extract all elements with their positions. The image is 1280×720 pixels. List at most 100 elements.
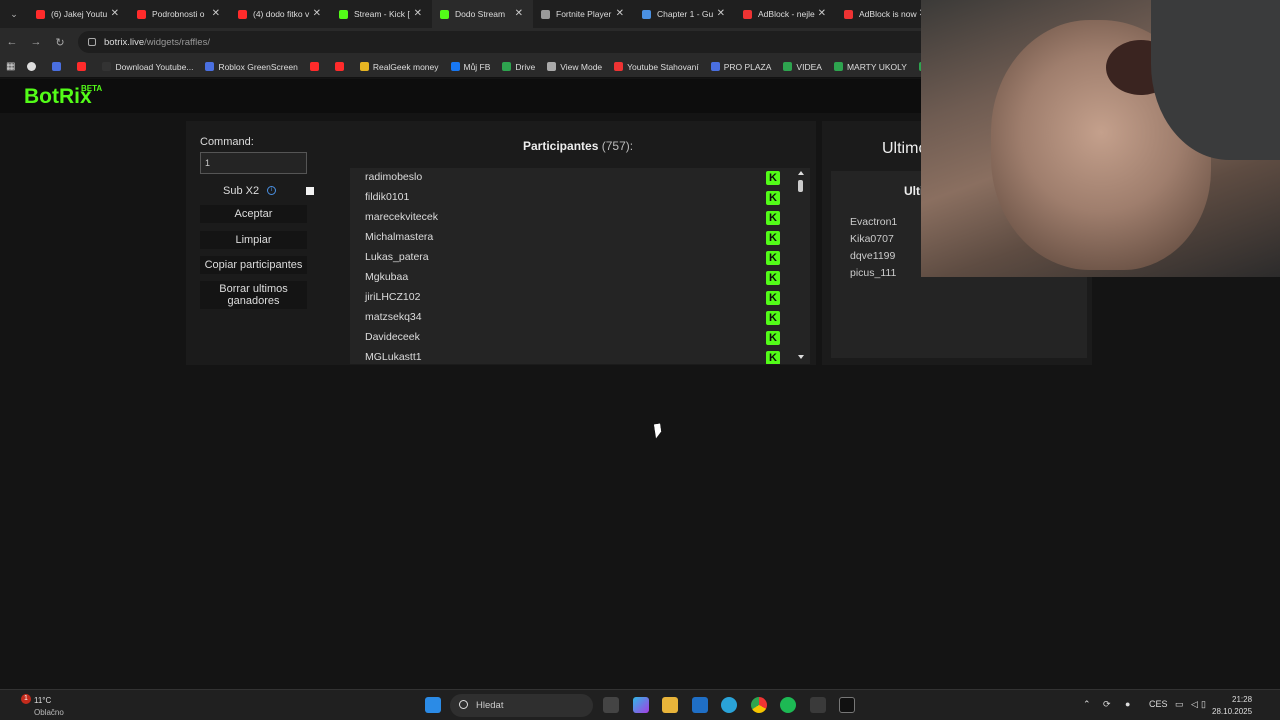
mic-icon[interactable]: ●: [1125, 699, 1130, 709]
accept-button[interactable]: Aceptar: [200, 205, 307, 223]
clear-button[interactable]: Limpiar: [200, 231, 307, 249]
volume-icon[interactable]: ◁: [1191, 699, 1198, 710]
bookmark-icon: [710, 62, 720, 71]
terminal-icon[interactable]: [810, 697, 826, 713]
browser-tab[interactable]: Chapter 1 - Gu ✕: [634, 0, 735, 28]
apps-icon[interactable]: ▦: [6, 61, 15, 72]
participant-name: fildik0101: [365, 191, 410, 203]
browser-tab[interactable]: AdBlock - nejle ✕: [735, 0, 836, 28]
tab-search-icon[interactable]: ⌄: [0, 0, 28, 28]
sub-x2-row: Sub X2 i: [200, 183, 320, 201]
close-tab-icon[interactable]: ✕: [111, 8, 119, 19]
clock-date: 28.10.2025: [1212, 707, 1253, 716]
bookmark-item[interactable]: Drive: [502, 62, 535, 72]
tray-overflow-icon[interactable]: ⌃: [1083, 699, 1091, 710]
reload-icon[interactable]: ↻: [48, 36, 72, 49]
close-tab-icon[interactable]: ✕: [414, 8, 422, 19]
copy-participants-button[interactable]: Copiar participantes: [200, 256, 307, 274]
forward-icon[interactable]: →: [24, 36, 48, 48]
browser-tab[interactable]: Stream - Kick [ ✕: [331, 0, 432, 28]
scroll-down-arrow[interactable]: [798, 355, 804, 359]
participants-title-text: Participantes: [523, 139, 599, 153]
bookmark-item[interactable]: Youtube Stahovaní: [614, 62, 699, 72]
kick-icon: K: [766, 211, 780, 225]
epic-games-icon[interactable]: [839, 697, 855, 713]
bookmark-icon: [77, 62, 87, 71]
participant-name: Michalmastera: [365, 231, 434, 243]
bookmark-item[interactable]: PRO PLAZA: [710, 62, 771, 72]
tab-title: Stream - Kick [: [354, 9, 410, 19]
chrome-icon[interactable]: [27, 62, 40, 71]
participant-row[interactable]: matzsekq34 K: [350, 308, 790, 328]
kick-icon: K: [766, 251, 780, 265]
copilot-icon[interactable]: [633, 697, 649, 713]
bookmark-icon: [102, 62, 112, 71]
delete-winners-button[interactable]: Borrar ultimos ganadores: [200, 281, 307, 309]
task-view-icon[interactable]: [603, 697, 619, 713]
close-tab-icon[interactable]: ✕: [515, 8, 523, 19]
start-windows-icon[interactable]: [425, 697, 441, 713]
browser-tab[interactable]: (4) dodo fitko v ✕: [230, 0, 331, 28]
bookmark-item[interactable]: Můj FB: [450, 62, 490, 72]
sub-x2-checkbox[interactable]: [306, 187, 314, 195]
back-icon[interactable]: ←: [0, 36, 24, 48]
bookmark-item[interactable]: [309, 62, 323, 72]
outlook-icon[interactable]: [692, 697, 708, 713]
network-icon[interactable]: ▭: [1175, 699, 1184, 710]
kick-icon: K: [766, 171, 780, 185]
botrix-logo[interactable]: BotRix BETA: [24, 84, 102, 109]
bookmark-item[interactable]: RealGeek money: [359, 62, 439, 72]
battery-icon[interactable]: ▯: [1201, 699, 1206, 710]
bookmark-item[interactable]: VIDEA: [783, 62, 822, 72]
bookmark-item[interactable]: [334, 62, 348, 72]
participant-row[interactable]: Mgkubaa K: [350, 268, 790, 288]
participants-count: (757):: [601, 139, 634, 153]
file-explorer-icon[interactable]: [662, 697, 678, 713]
browser-tab[interactable]: Podrobnosti o ✕: [129, 0, 230, 28]
participants-list[interactable]: radimobeslo Kfildik0101 Kmarecekvitecek K Mi…: [350, 168, 810, 364]
clock[interactable]: 21:28 28.10.2025: [1212, 694, 1252, 718]
command-input[interactable]: 1: [200, 152, 307, 174]
participants-scrollbar[interactable]: [797, 170, 805, 362]
bookmark-item[interactable]: [77, 62, 90, 72]
participant-row[interactable]: MGLukastt1 K: [350, 348, 790, 364]
tabs-container: (6) Jakej Youtu ✕ Podrobnosti o ✕ (4) dodo f…: [28, 0, 937, 28]
browser-tab[interactable]: Dodo Stream ✕: [432, 0, 533, 28]
participant-row[interactable]: radimobeslo K: [350, 168, 790, 188]
participant-row[interactable]: Davideceek K: [350, 328, 790, 348]
bookmark-item[interactable]: MARTY UKOLY: [833, 62, 907, 72]
taskbar-search[interactable]: Hledat: [450, 694, 593, 717]
bookmark-item[interactable]: [52, 62, 65, 72]
input-language[interactable]: CES: [1149, 699, 1168, 709]
windows-taskbar: 1 11°C Oblačno Hledat ⌃ ⟳ ● CES ▭ ◁ ▯ 21…: [0, 689, 1280, 720]
participant-row[interactable]: fildik0101 K: [350, 188, 790, 208]
close-tab-icon[interactable]: ✕: [717, 8, 725, 19]
close-tab-icon[interactable]: ✕: [616, 8, 624, 19]
site-info-icon[interactable]: [88, 38, 96, 46]
participant-name: Davideceek: [365, 331, 420, 343]
bookmark-item[interactable]: Download Youtube...: [102, 62, 193, 72]
url-input[interactable]: botrix.live/widgets/raffles/: [78, 31, 978, 53]
spotify-icon[interactable]: [780, 697, 796, 713]
close-tab-icon[interactable]: ✕: [818, 8, 826, 19]
browser-tab[interactable]: (6) Jakej Youtu ✕: [28, 0, 129, 28]
info-icon[interactable]: i: [267, 186, 276, 195]
participant-row[interactable]: jiriLHCZ102 K: [350, 288, 790, 308]
bookmark-label: View Mode: [560, 61, 603, 72]
bookmark-item[interactable]: View Mode: [547, 62, 602, 72]
participant-row[interactable]: marecekvitecek K: [350, 208, 790, 228]
browser-tab[interactable]: Fortnite Player ✕: [533, 0, 634, 28]
close-tab-icon[interactable]: ✕: [212, 8, 220, 19]
participant-row[interactable]: Lukas_patera K: [350, 248, 790, 268]
edge-icon[interactable]: [721, 697, 737, 713]
scroll-up-arrow[interactable]: [798, 171, 804, 175]
chrome-taskbar-icon[interactable]: [751, 697, 767, 713]
participant-row[interactable]: Michalmastera K: [350, 228, 790, 248]
bookmark-item[interactable]: Roblox GreenScreen: [205, 62, 298, 72]
weather-widget[interactable]: 1 11°C Oblačno: [14, 694, 74, 718]
close-tab-icon[interactable]: ✕: [313, 8, 321, 19]
bookmark-icon: [450, 62, 460, 71]
participant-name: radimobeslo: [365, 171, 423, 183]
scroll-thumb[interactable]: [798, 180, 803, 192]
sync-icon[interactable]: ⟳: [1103, 699, 1111, 710]
